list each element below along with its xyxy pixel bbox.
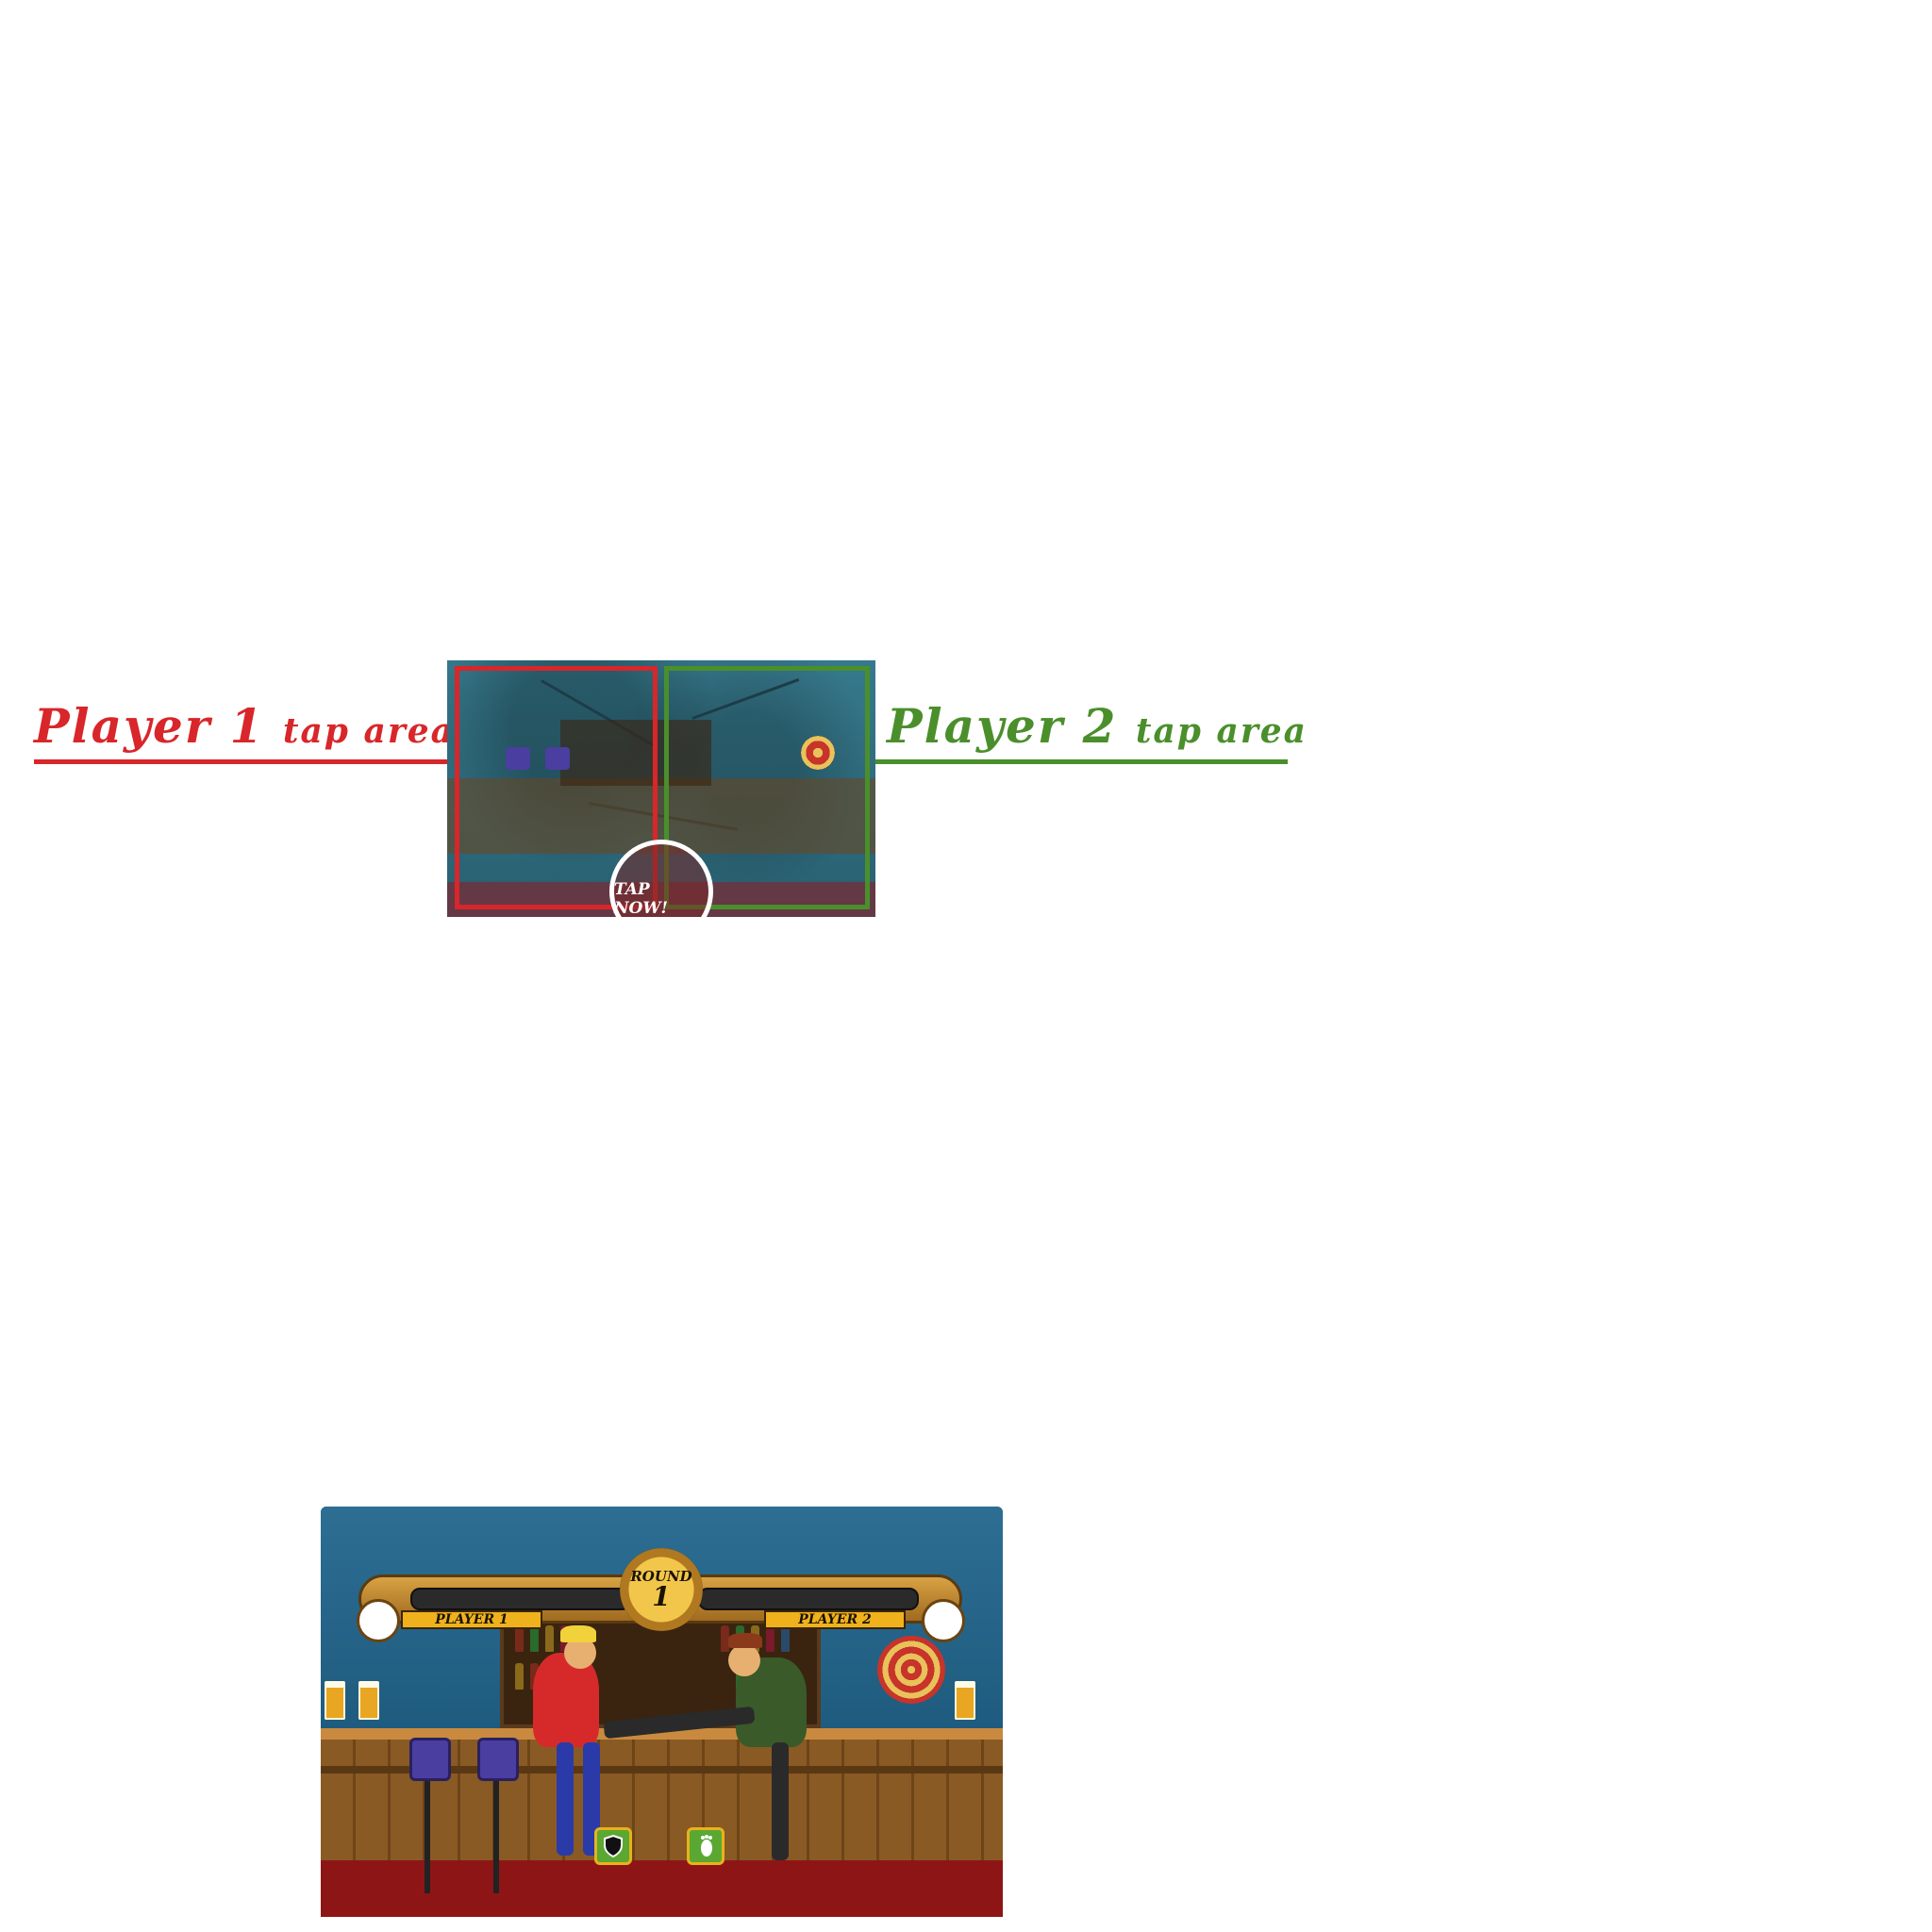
game-screen: PLAYER 1 PLAYER 2 ROUND 1	[321, 1507, 1003, 1917]
kick-button[interactable]	[687, 1827, 724, 1865]
player2-leg	[772, 1742, 789, 1860]
shield-icon	[604, 1835, 623, 1857]
beer-mug-icon	[955, 1681, 975, 1720]
beer-mug-icon	[325, 1681, 345, 1720]
player1-label-underline	[34, 759, 449, 764]
player1-health-bar	[410, 1588, 631, 1610]
player2-hair	[728, 1633, 762, 1648]
player1-label-small: tap area	[282, 711, 456, 751]
bottle	[766, 1625, 774, 1652]
player1-name-tag: PLAYER 1	[401, 1610, 542, 1629]
red-floor	[321, 1860, 1003, 1917]
player1-tap-area-label: Player 1 tap area	[34, 698, 455, 754]
player1-fighter	[533, 1653, 599, 1747]
player2-health-bar	[698, 1588, 919, 1610]
tutorial-scene: TAP NOW!	[447, 660, 875, 917]
player2-portrait	[922, 1599, 965, 1642]
player2-name-tag: PLAYER 2	[764, 1610, 906, 1629]
bottle	[515, 1625, 524, 1652]
round-indicator: ROUND 1	[620, 1548, 703, 1631]
player1-label-main: Player 1	[34, 698, 265, 754]
foot-icon	[701, 1835, 712, 1857]
beer-mug-icon	[358, 1681, 379, 1720]
tap-now-label: TAP NOW!	[614, 880, 668, 917]
round-number: 1	[652, 1580, 671, 1612]
stool-icon	[409, 1738, 451, 1781]
player1-hair	[560, 1625, 596, 1642]
stool-leg	[425, 1780, 430, 1893]
player2-tap-area-label: Player 2 tap area	[887, 698, 1307, 754]
dartboard-icon	[877, 1636, 945, 1704]
bottle	[781, 1625, 790, 1652]
player2-name: PLAYER 2	[798, 1612, 872, 1627]
stool-leg	[493, 1780, 499, 1893]
player1-leg	[557, 1742, 574, 1856]
player2-label-small: tap area	[1135, 711, 1308, 751]
bottle	[530, 1625, 539, 1652]
player1-name: PLAYER 1	[435, 1612, 508, 1627]
bottle	[515, 1663, 524, 1690]
block-button[interactable]	[594, 1827, 632, 1865]
bottle	[545, 1625, 554, 1652]
player2-label-main: Player 2	[887, 698, 1118, 754]
player1-portrait	[357, 1599, 400, 1642]
player2-head	[728, 1644, 760, 1676]
player2-label-underline	[873, 759, 1288, 764]
stool-icon	[477, 1738, 519, 1781]
